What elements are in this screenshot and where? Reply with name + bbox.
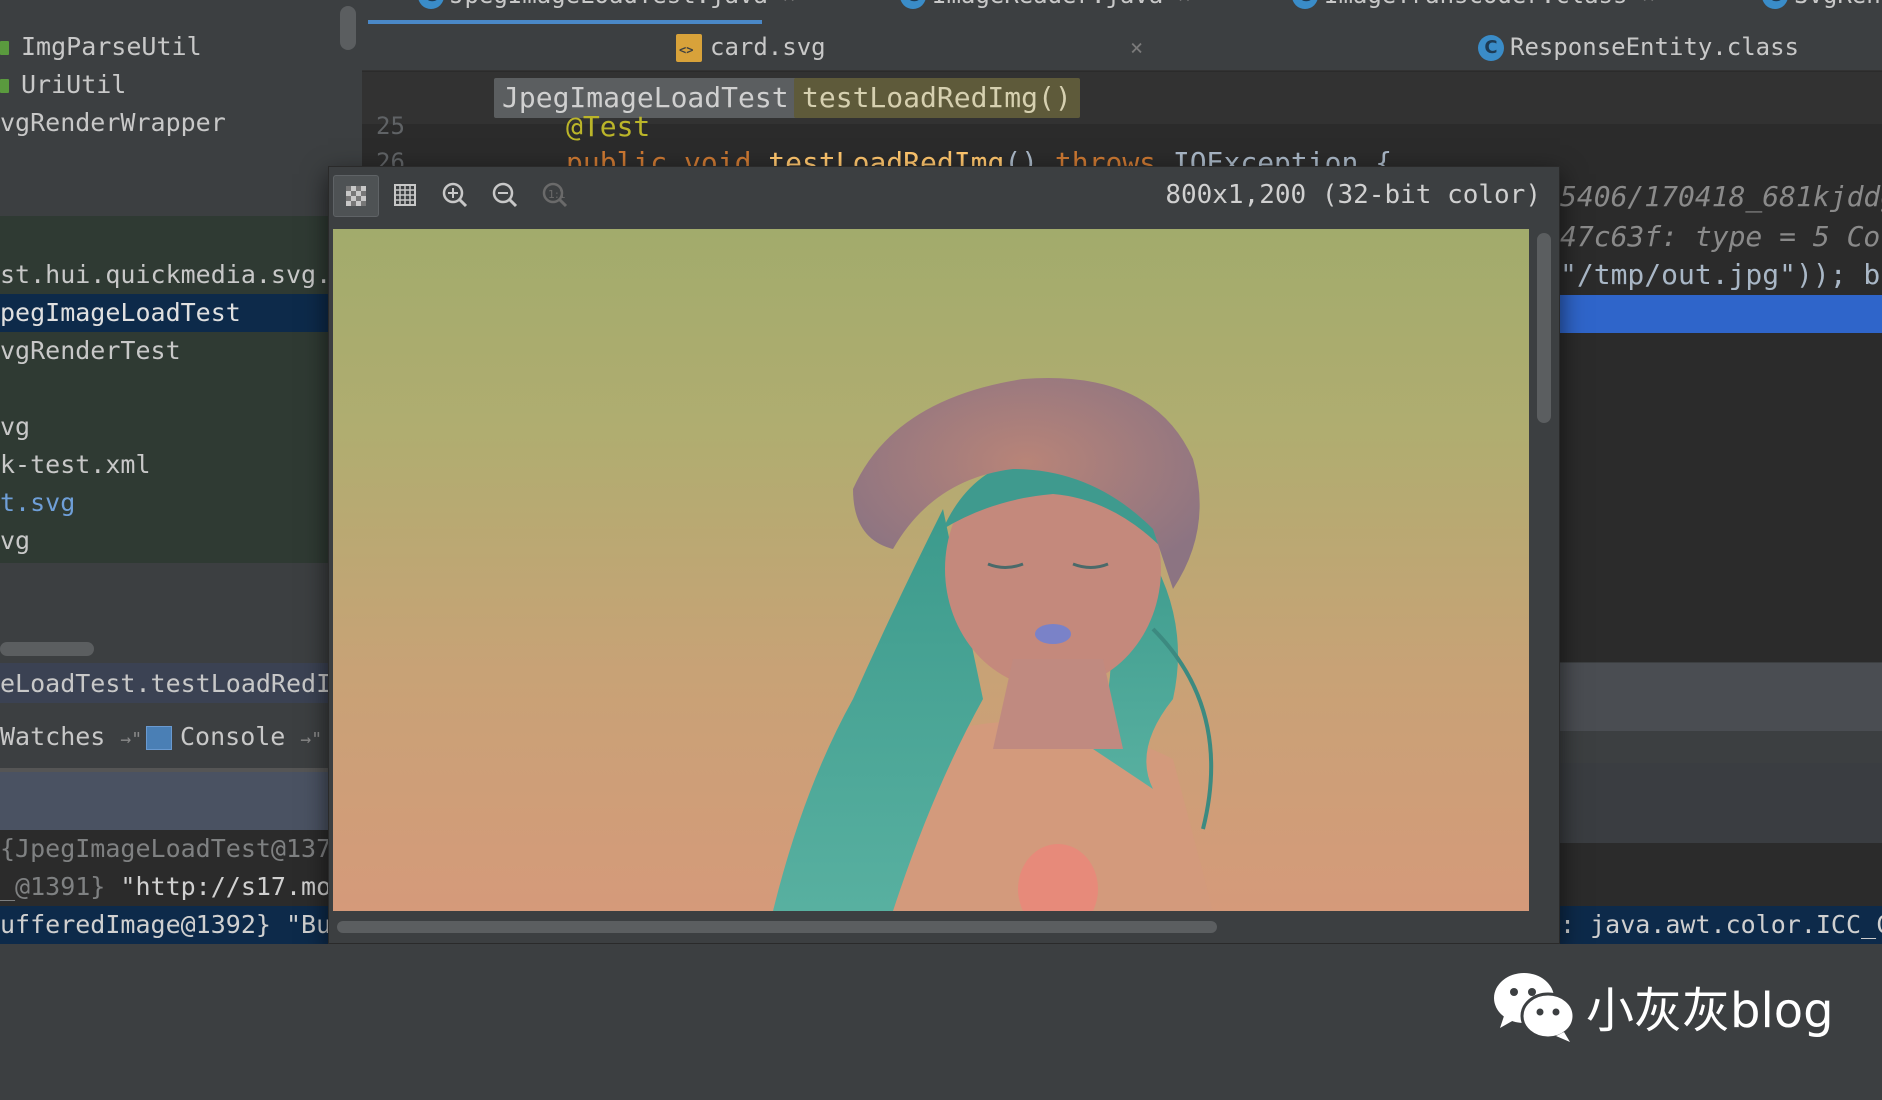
project-tree-tests: st.hui.quickmedia.svg.te pegImageLoadTes… (0, 216, 362, 563)
debug-frame[interactable]: eLoadTest.testLoadRedIm (0, 663, 362, 703)
tab-card-svg[interactable]: card.svg (676, 24, 826, 70)
debug-frame-bar (1560, 663, 1882, 731)
tree-scrollbar[interactable] (340, 6, 356, 50)
tree-item-svgrendertest[interactable]: vgRenderTest (0, 332, 181, 370)
zoom-in-button[interactable] (433, 175, 477, 215)
tree-item-xml[interactable]: k-test.xml (0, 446, 151, 484)
variables-selected-row[interactable]: : java.awt.color.ICC_Col (1560, 906, 1882, 944)
breadcrumb-method[interactable]: testLoadRedImg() (794, 78, 1080, 118)
close-icon[interactable]: × (1178, 0, 1191, 9)
tree-item-svg-1[interactable]: vg (0, 408, 30, 446)
debug-tabs: Watches →" Console →" (0, 712, 362, 762)
image-viewer-vertical-scrollbar[interactable] (1537, 233, 1551, 423)
variable-type-text: : java.awt.color.ICC_Col (1560, 910, 1882, 939)
image-viewer-toolbar: 1:1 800x1,200 (32-bit color) (329, 167, 1559, 223)
close-icon[interactable]: × (1642, 0, 1655, 9)
tree-item-package[interactable]: st.hui.quickmedia.svg.te (0, 256, 361, 294)
class-icon: C (1478, 35, 1504, 61)
line-number: 25 (376, 112, 405, 140)
image-viewer-popup: 1:1 800x1,200 (32-bit color) (328, 166, 1560, 944)
photo-image (773, 378, 1214, 911)
grid-icon (394, 184, 416, 206)
code-annotation: @Test (566, 110, 651, 143)
tab-imagereader[interactable]: CImageReader.java × (900, 0, 1191, 18)
code-overflow-line: 47c63f: type = 5 Col (1560, 220, 1882, 253)
tree-item-imgparseutil[interactable]: ImgParseUtil (0, 28, 202, 66)
tree-horizontal-scrollbar[interactable] (0, 642, 94, 656)
debug-toolbar (1560, 763, 1882, 843)
grid-button[interactable] (383, 175, 427, 215)
tree-item-uriutil[interactable]: UriUtil (0, 66, 126, 104)
chessboard-button[interactable] (333, 175, 379, 217)
class-icon: C (1762, 0, 1788, 9)
tab-imagetranscoder[interactable]: CImageTranscoder.class × (1292, 0, 1655, 18)
pin-icon[interactable]: →" (120, 729, 142, 750)
image-viewer-horizontal-scrollbar[interactable] (337, 921, 1217, 933)
console-icon (146, 726, 172, 750)
tab-svgren[interactable]: CSvgRen (1762, 0, 1881, 18)
image-info: 800x1,200 (32-bit color) (1165, 180, 1541, 210)
tab-close-card-svg[interactable]: × (1130, 24, 1143, 70)
editor-tabs-row-2: card.svg × CResponseEntity.class (362, 24, 1882, 71)
zoom-out-icon (492, 182, 518, 208)
tree-item-svgrenderwrapper[interactable]: vgRenderWrapper (0, 104, 226, 142)
code-overflow-line: "/tmp/out.jpg")); bf (1560, 258, 1882, 291)
actual-size-button[interactable]: 1:1 (533, 175, 577, 215)
zoom-in-icon (442, 182, 468, 208)
current-line-highlight (1560, 295, 1882, 333)
zoom-out-button[interactable] (483, 175, 527, 215)
variables-list: {JpegImageLoadTest@1377} _@1391} "http:/… (0, 830, 362, 944)
svg-file-icon (676, 34, 702, 62)
debug-tabs-bar (1560, 731, 1882, 763)
code-overflow-line: 5406/170418_681kjddg (1560, 180, 1882, 213)
watermark-text: 小灰灰blog (1586, 983, 1834, 1039)
variables-panel (1560, 843, 1882, 906)
class-icon (0, 41, 9, 55)
tree-item-test-svg[interactable]: t.svg (0, 484, 75, 522)
project-tree-top: ImgParseUtil UriUtil vgRenderWrapper (0, 0, 362, 216)
tab-console[interactable]: Console →" (146, 718, 322, 756)
class-icon: C (900, 0, 926, 9)
close-icon[interactable]: × (1130, 36, 1143, 61)
tree-item-jpegimageloadtest[interactable]: pegImageLoadTest (0, 294, 362, 332)
close-icon[interactable]: × (782, 0, 795, 9)
chessboard-icon (346, 186, 366, 206)
tab-jpegimageloadtest[interactable]: CJpegImageLoadTest.java × (418, 0, 796, 18)
svg-text:1:1: 1:1 (548, 188, 566, 201)
variable-row-selected[interactable]: ufferedImage@1392} "Buff (0, 906, 362, 944)
class-icon: C (418, 0, 444, 9)
tab-watches[interactable]: Watches →" (0, 718, 142, 756)
variable-row[interactable]: _@1391} "http://s17.mogu (0, 868, 361, 906)
actual-size-icon: 1:1 (542, 182, 568, 208)
wechat-icon (1494, 973, 1576, 1042)
watermark: 小灰灰blog (1490, 968, 1834, 1048)
class-icon: C (1292, 0, 1318, 9)
variable-row[interactable]: {JpegImageLoadTest@1377} (0, 830, 361, 868)
image-preview (333, 229, 1529, 911)
debug-frame-label: eLoadTest.testLoadRedIm (0, 669, 347, 698)
debug-toolbar-left (0, 772, 362, 830)
class-icon (0, 79, 9, 93)
tree-item-svg-2[interactable]: vg (0, 522, 30, 560)
editor-tabs-row-1: CJpegImageLoadTest.java × CImageReader.j… (362, 0, 1882, 24)
pin-icon[interactable]: →" (300, 729, 322, 750)
tab-responseentity[interactable]: C ResponseEntity.class (1478, 24, 1799, 70)
